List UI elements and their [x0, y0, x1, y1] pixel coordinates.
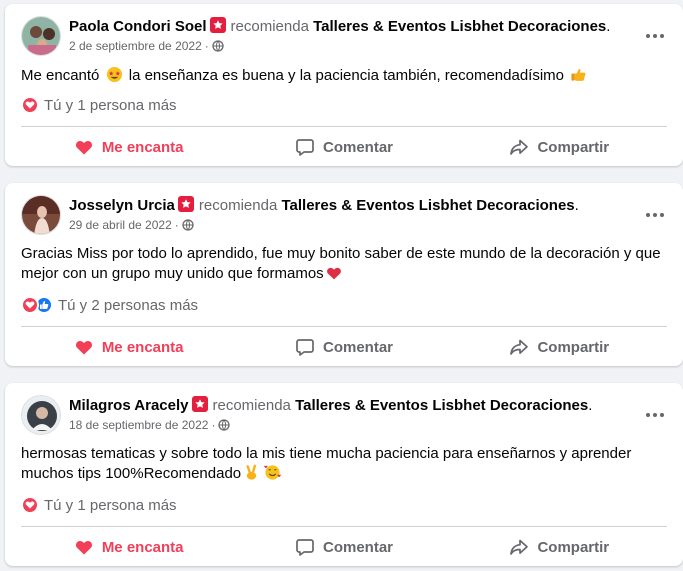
- avatar[interactable]: [21, 195, 61, 235]
- red-heart-emoji: [326, 265, 342, 287]
- recommends-text: recomienda: [230, 18, 309, 35]
- share-label: Compartir: [537, 138, 610, 156]
- star-struck-emoji: [106, 66, 123, 89]
- share-button[interactable]: Compartir: [452, 129, 667, 165]
- review-headline: Milagros Aracely recomienda Talleres & Ev…: [69, 396, 592, 416]
- review-text-line1: hermosas tematicas y sobre todo la mis t…: [21, 445, 632, 462]
- share-button[interactable]: Compartir: [452, 529, 667, 565]
- reactions-summary[interactable]: Tú y 1 persona más: [21, 495, 177, 515]
- meta-separator: ·: [174, 218, 179, 232]
- love-button[interactable]: Me encanta: [21, 329, 236, 365]
- divider: [21, 526, 667, 527]
- review-text: hermosas tematicas y sobre todo la mis t…: [21, 444, 667, 487]
- comment-label: Comentar: [322, 538, 393, 556]
- more-options-button[interactable]: [637, 197, 673, 233]
- action-bar: Me encanta Comentar Compartir: [21, 529, 667, 565]
- review-text-part1: Me encantó: [21, 67, 100, 84]
- review-text-part2: la enseñanza es buena y la paciencia tam…: [128, 67, 565, 84]
- share-icon: [510, 139, 529, 155]
- recommends-text: recomienda: [198, 197, 278, 214]
- heart-reaction-icon: [21, 96, 39, 114]
- reactions-count-text: Tú y 1 persona más: [44, 496, 177, 514]
- meta-separator: ·: [204, 39, 209, 53]
- reviews-feed: Paola Condori Soel recomienda Talleres & …: [0, 0, 683, 571]
- page-link[interactable]: Talleres & Eventos Lisbhet Decoraciones: [295, 397, 588, 414]
- victory-hand-emoji: [243, 464, 260, 487]
- thumbs-up-emoji: [570, 66, 587, 89]
- recommendation-badge-icon: [177, 196, 194, 212]
- share-button[interactable]: Compartir: [452, 329, 667, 365]
- action-bar: Me encanta Comentar Compartir: [21, 329, 667, 365]
- author-name[interactable]: Paola Condori Soel: [69, 18, 207, 35]
- review-header: Milagros Aracely recomienda Talleres & Ev…: [21, 395, 667, 435]
- smiling-face-with-hearts-emoji: [264, 464, 281, 487]
- comment-button[interactable]: Comentar: [236, 129, 451, 165]
- review-text-line2: mejor con un grupo muy unido que formamo…: [21, 265, 324, 282]
- divider: [21, 126, 667, 127]
- love-label: Me encanta: [101, 538, 184, 556]
- review-meta: 18 de septiembre de 2022 ·: [69, 417, 231, 435]
- share-icon: [510, 339, 529, 355]
- review-headline: Paola Condori Soel recomienda Talleres & …: [69, 17, 610, 37]
- heart-icon: [75, 541, 92, 555]
- comment-button[interactable]: Comentar: [236, 529, 451, 565]
- reactions-summary[interactable]: Tú y 2 personas más: [21, 295, 198, 315]
- page-suffix: .: [606, 18, 611, 35]
- heart-reaction-icon: [21, 496, 39, 514]
- love-button[interactable]: Me encanta: [21, 529, 236, 565]
- love-label: Me encanta: [101, 338, 184, 356]
- author-name[interactable]: Josselyn Urcia: [69, 197, 175, 214]
- heart-icon: [75, 341, 92, 355]
- review-card: Milagros Aracely recomienda Talleres & Ev…: [5, 383, 683, 566]
- more-options-button[interactable]: [637, 397, 673, 433]
- review-header: Josselyn Urcia recomienda Talleres & Even…: [21, 195, 667, 235]
- page-suffix: .: [574, 197, 579, 214]
- recommendation-badge-icon: [209, 17, 226, 33]
- reactions-summary[interactable]: Tú y 1 persona más: [21, 95, 177, 115]
- reactions-count-text: Tú y 2 personas más: [58, 296, 199, 314]
- reactions-count-text: Tú y 1 persona más: [44, 96, 177, 114]
- share-label: Compartir: [537, 338, 610, 356]
- author-name[interactable]: Milagros Aracely: [69, 397, 189, 414]
- globe-icon: [218, 419, 231, 435]
- globe-icon: [212, 40, 224, 56]
- page-link[interactable]: Talleres & Eventos Lisbhet Decoraciones: [281, 197, 574, 214]
- action-bar: Me encanta Comentar Compartir: [21, 129, 667, 165]
- love-label: Me encanta: [101, 138, 184, 156]
- review-meta: 29 de abril de 2022 ·: [69, 217, 194, 235]
- review-text-line1: Gracias Miss por todo lo aprendido, fue …: [21, 245, 661, 262]
- review-headline: Josselyn Urcia recomienda Talleres & Even…: [69, 196, 579, 216]
- divider: [21, 326, 667, 327]
- avatar[interactable]: [21, 395, 61, 435]
- globe-icon: [182, 219, 194, 235]
- meta-separator: ·: [211, 418, 216, 432]
- comment-label: Comentar: [322, 138, 393, 156]
- recommendation-badge-icon: [191, 396, 208, 412]
- comment-icon: [296, 539, 314, 556]
- review-card: Josselyn Urcia recomienda Talleres & Even…: [5, 183, 683, 366]
- page-suffix: .: [588, 397, 593, 414]
- recommends-text: recomienda: [212, 397, 291, 414]
- love-button[interactable]: Me encanta: [21, 129, 236, 165]
- review-text: Gracias Miss por todo lo aprendido, fue …: [21, 244, 667, 287]
- review-text-line2: muchos tips 100%Recomendado: [21, 465, 242, 482]
- comment-label: Comentar: [322, 338, 393, 356]
- share-label: Compartir: [537, 538, 610, 556]
- more-options-button[interactable]: [637, 18, 673, 54]
- comment-icon: [296, 339, 314, 356]
- comment-icon: [296, 139, 314, 156]
- review-meta: 2 de septiembre de 2022 ·: [69, 38, 224, 56]
- avatar[interactable]: [21, 16, 61, 56]
- heart-reaction-icon: [21, 296, 39, 314]
- review-date[interactable]: 2 de septiembre de 2022: [69, 39, 202, 53]
- comment-button[interactable]: Comentar: [236, 329, 451, 365]
- review-date[interactable]: 18 de septiembre de 2022: [69, 418, 208, 432]
- review-card: Paola Condori Soel recomienda Talleres & …: [5, 4, 683, 166]
- review-date[interactable]: 29 de abril de 2022: [69, 218, 172, 232]
- heart-icon: [75, 141, 92, 155]
- share-icon: [510, 539, 529, 555]
- page-link[interactable]: Talleres & Eventos Lisbhet Decoraciones: [313, 18, 606, 35]
- review-text: Me encantó la enseñanza es buena y la pa…: [21, 66, 667, 89]
- review-header: Paola Condori Soel recomienda Talleres & …: [21, 16, 667, 56]
